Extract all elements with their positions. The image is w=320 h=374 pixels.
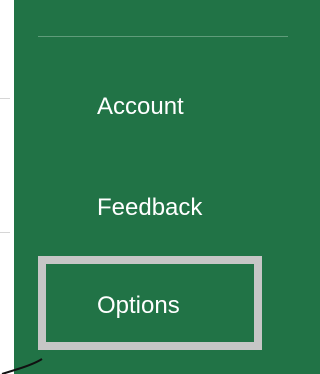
annotation-pointer-line [1, 358, 43, 374]
nav-item-options[interactable]: Options [14, 276, 320, 336]
backstage-navigation: Account Feedback Options [14, 0, 320, 374]
excel-backstage-crop: Account Feedback Options [0, 0, 320, 374]
gridline [0, 232, 10, 233]
nav-item-feedback[interactable]: Feedback [14, 178, 320, 238]
nav-item-label: Options [97, 292, 180, 319]
document-edge [0, 0, 14, 374]
nav-divider [38, 36, 288, 37]
nav-item-label: Account [97, 93, 184, 120]
gridline [0, 98, 10, 99]
nav-item-label: Feedback [97, 194, 203, 221]
nav-item-account[interactable]: Account [14, 77, 320, 137]
